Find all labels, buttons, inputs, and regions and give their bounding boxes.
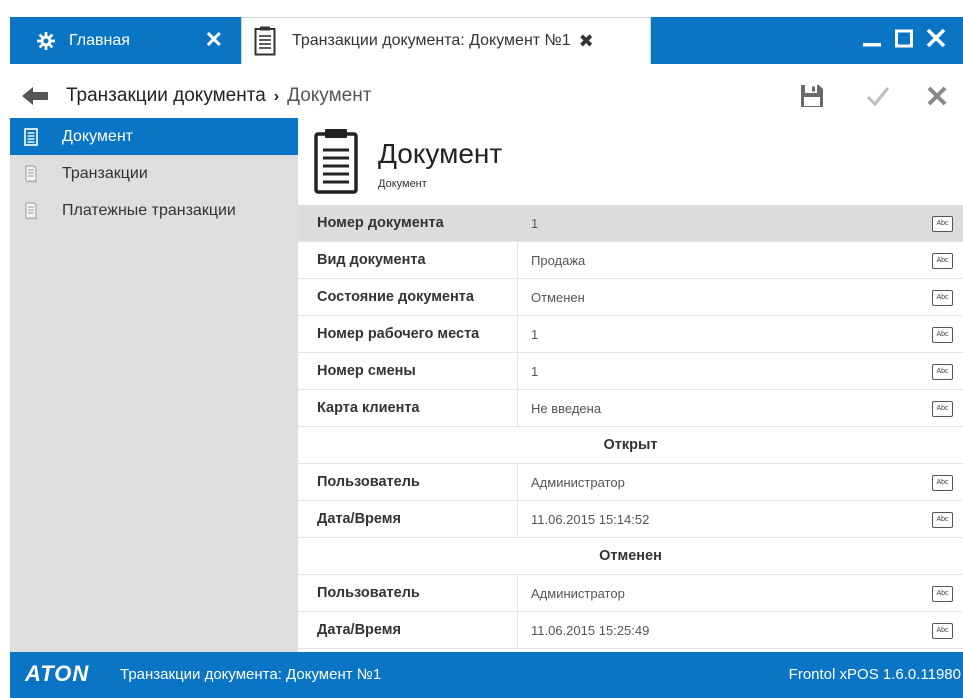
- sidebar-item-label: Транзакции: [62, 164, 148, 182]
- status-bar: ATON Транзакции документа: Документ №1 F…: [10, 652, 963, 698]
- gear-icon: [37, 31, 55, 50]
- field-row-document-number[interactable]: Номер документа 1 Abc: [298, 205, 963, 242]
- field-value: 1: [531, 363, 539, 379]
- text-type-icon: Abc: [932, 401, 953, 417]
- field-label: Состояние документа: [317, 289, 474, 305]
- sidebar: Документ Транзакции Платежные транзакции: [10, 118, 298, 652]
- sidebar-item-transactions[interactable]: Транзакции: [10, 155, 298, 192]
- title-bar: Главная ✕ Транзакции документа: Документ…: [10, 17, 963, 64]
- field-value: Администратор: [531, 585, 625, 601]
- tab-document-label: Транзакции документа: Документ №1: [292, 32, 571, 49]
- field-label: Пользователь: [317, 474, 420, 490]
- minimize-icon[interactable]: [859, 25, 885, 51]
- text-type-icon: Abc: [932, 290, 953, 306]
- field-label: Вид документа: [317, 252, 426, 268]
- tab-home[interactable]: Главная ✕: [10, 17, 235, 64]
- field-value: 11.06.2015 15:14:52: [531, 511, 650, 527]
- field-row-cancelled-datetime[interactable]: Дата/Время 11.06.2015 15:25:49 Abc: [298, 612, 963, 649]
- status-text: Транзакции документа: Документ №1: [120, 666, 382, 683]
- sidebar-item-document[interactable]: Документ: [10, 118, 298, 155]
- save-icon[interactable]: [797, 82, 827, 110]
- breadcrumb-root[interactable]: Транзакции документа: [66, 85, 266, 106]
- field-value: Отменен: [531, 289, 585, 305]
- text-type-icon: Abc: [932, 364, 953, 380]
- window-controls: [859, 25, 949, 51]
- field-label: Карта клиента: [317, 400, 420, 416]
- text-type-icon: Abc: [932, 327, 953, 343]
- field-value: Продажа: [531, 252, 586, 268]
- field-label: Номер рабочего места: [317, 326, 480, 342]
- tab-home-close-icon[interactable]: ✕: [205, 29, 223, 51]
- aton-logo: ATON: [25, 661, 90, 686]
- tab-document-transactions[interactable]: Транзакции документа: Документ №1 ✖: [241, 17, 651, 64]
- document-icon: [24, 127, 38, 146]
- text-type-icon: Abc: [932, 623, 953, 639]
- text-type-icon: Abc: [932, 512, 953, 528]
- field-value: 11.06.2015 15:25:49: [531, 622, 650, 638]
- receipt-icon: [25, 202, 37, 220]
- sidebar-item-label: Документ: [62, 127, 133, 145]
- tab-document-close-icon[interactable]: ✖: [579, 32, 594, 50]
- text-type-icon: Abc: [932, 475, 953, 491]
- clipboard-icon: [314, 129, 358, 194]
- page-title: Документ: [378, 138, 503, 169]
- field-row-workplace-number[interactable]: Номер рабочего места 1 Abc: [298, 316, 963, 353]
- field-value: Не введена: [531, 400, 602, 416]
- field-row-opened-datetime[interactable]: Дата/Время 11.06.2015 15:14:52 Abc: [298, 501, 963, 538]
- close-icon[interactable]: [923, 25, 949, 51]
- breadcrumb: Транзакции документа › Документ: [66, 85, 371, 107]
- field-label: Дата/Время: [317, 511, 401, 527]
- field-row-document-type[interactable]: Вид документа Продажа Abc: [298, 242, 963, 279]
- sidebar-item-label: Платежные транзакции: [62, 201, 236, 219]
- section-heading-opened: Открыт: [298, 427, 963, 464]
- field-label: Номер смены: [317, 363, 416, 379]
- sidebar-item-payment-transactions[interactable]: Платежные транзакции: [10, 192, 298, 229]
- field-row-cancelled-user[interactable]: Пользователь Администратор Abc: [298, 575, 963, 612]
- field-row-client-card[interactable]: Карта клиента Не введена Abc: [298, 390, 963, 427]
- field-value: Администратор: [531, 474, 625, 490]
- field-label: Пользователь: [317, 585, 420, 601]
- field-row-shift-number[interactable]: Номер смены 1 Abc: [298, 353, 963, 390]
- field-row-document-state[interactable]: Состояние документа Отменен Abc: [298, 279, 963, 316]
- maximize-icon[interactable]: [891, 25, 917, 51]
- field-value: 1: [531, 215, 539, 231]
- field-label: Дата/Время: [317, 622, 401, 638]
- version-label: Frontol xPOS 1.6.0.11980: [788, 666, 961, 683]
- breadcrumb-bar: Транзакции документа › Документ: [10, 73, 963, 119]
- breadcrumb-separator: ›: [273, 88, 280, 105]
- field-row-opened-user[interactable]: Пользователь Администратор Abc: [298, 464, 963, 501]
- back-arrow-icon[interactable]: [20, 83, 50, 109]
- check-icon[interactable]: [863, 82, 893, 110]
- text-type-icon: Abc: [932, 253, 953, 269]
- text-type-icon: Abc: [932, 216, 953, 232]
- receipt-icon: [25, 165, 37, 183]
- field-value: 1: [531, 326, 539, 342]
- field-label: Номер документа: [317, 215, 444, 231]
- page-subtitle: Документ: [378, 178, 427, 190]
- document-header: Документ Документ: [298, 118, 963, 205]
- section-heading-cancelled: Отменен: [298, 538, 963, 575]
- document-icon: [254, 26, 276, 56]
- tab-home-label: Главная: [69, 31, 130, 49]
- breadcrumb-current: Документ: [287, 85, 372, 106]
- close-icon[interactable]: [922, 82, 952, 110]
- text-type-icon: Abc: [932, 586, 953, 602]
- main-content: Документ Документ Номер документа 1 Abc …: [298, 118, 963, 652]
